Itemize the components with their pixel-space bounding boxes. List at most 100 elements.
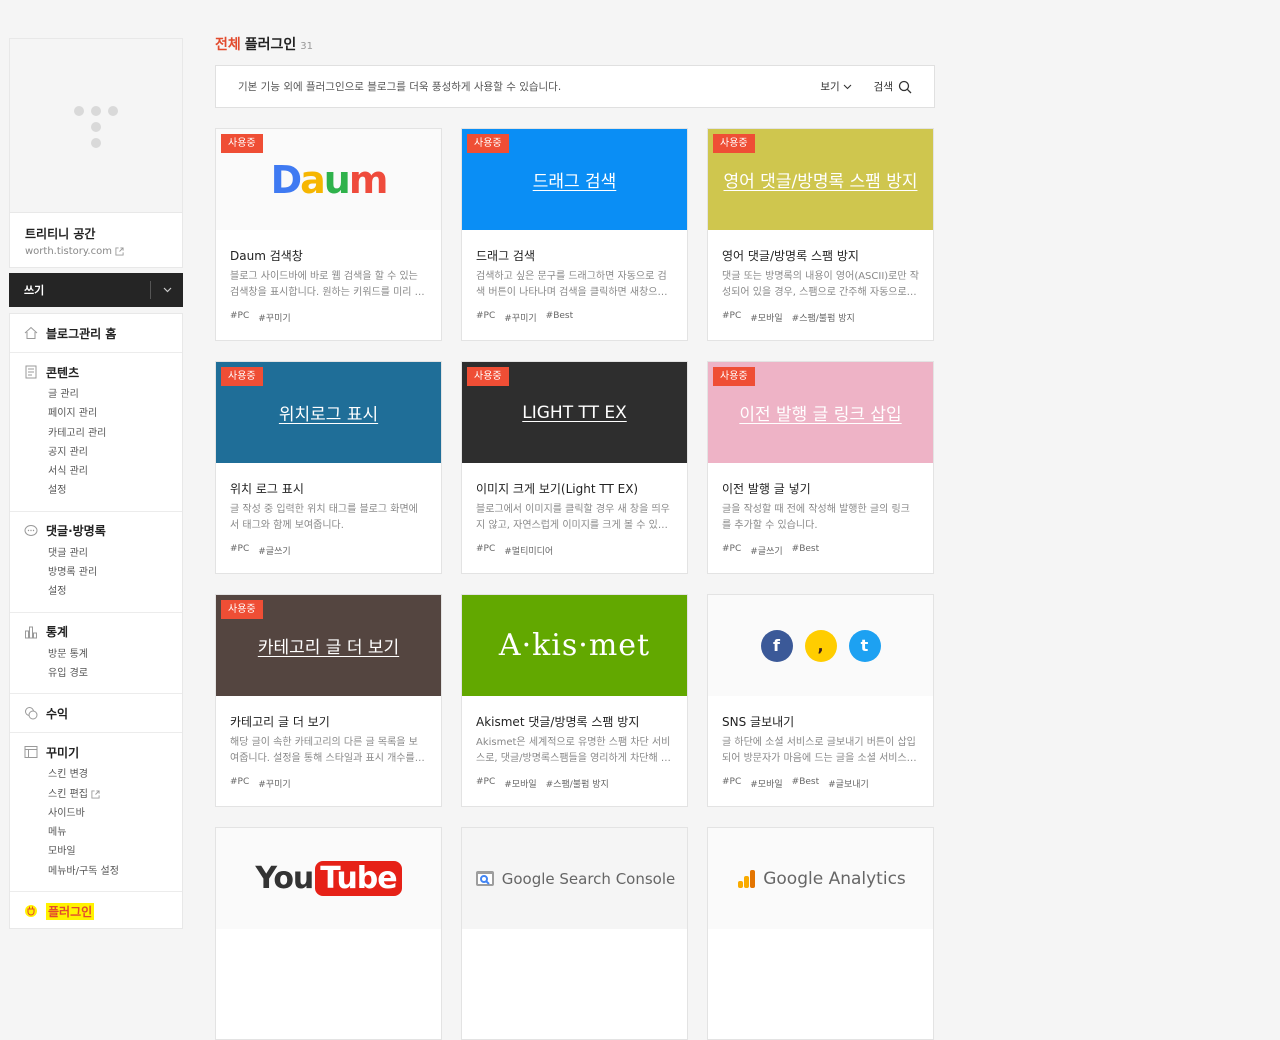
- layout-icon: [24, 745, 38, 759]
- plugin-tag[interactable]: #PC: [476, 544, 495, 557]
- plugin-card[interactable]: 사용중 드래그 검색 드래그 검색 검색하고 싶은 문구를 드래그하면 자동으로 검색…: [461, 128, 688, 341]
- plugin-tag[interactable]: #글쓰기: [258, 544, 290, 557]
- menu-item-menu[interactable]: 메뉴: [48, 823, 182, 842]
- google-analytics-logo: Google Analytics: [735, 868, 906, 890]
- menu-item-skin-edit-label: 스킨 편집: [48, 788, 88, 800]
- menu-item-referrers[interactable]: 유입 경로: [48, 664, 182, 683]
- blog-name[interactable]: 트리티니 공간: [25, 225, 167, 242]
- menu-item-comments-settings[interactable]: 설정: [48, 582, 182, 601]
- menu-revenue-label: 수익: [46, 706, 69, 721]
- menu-comments[interactable]: 댓글·방명록: [24, 522, 182, 540]
- menu-item-guestbook[interactable]: 방명록 관리: [48, 563, 182, 582]
- menu-home[interactable]: 블로그관리 홈: [24, 324, 182, 342]
- plugin-tags: #PC #글쓰기 #Best: [722, 544, 919, 557]
- write-dropdown-toggle[interactable]: [151, 273, 183, 307]
- comment-icon: [24, 524, 38, 538]
- menu-stats-label: 통계: [46, 625, 69, 640]
- plugin-summary: 해당 글이 속한 카테고리의 다른 글 목록을 보여줍니다. 설정을 통해 스타…: [230, 737, 418, 764]
- chevron-down-icon: [163, 287, 171, 293]
- plugin-tag[interactable]: #글보내기: [828, 777, 869, 790]
- plugin-tag[interactable]: #Best: [792, 544, 819, 557]
- menu-item-mobile[interactable]: 모바일: [48, 842, 182, 861]
- plugin-summary: 댓글 또는 방명록의 내용이 영어(ASCII)로만 작성되어 있을 경우, 스…: [722, 271, 919, 298]
- menu-decor[interactable]: 꾸미기: [24, 743, 182, 761]
- plugin-thumbnail: Google Search Console: [462, 828, 687, 929]
- menu-item-visit-stats[interactable]: 방문 통계: [48, 645, 182, 664]
- search-button[interactable]: 검색: [874, 79, 912, 94]
- in-use-badge: 사용중: [221, 134, 263, 153]
- plugin-tag[interactable]: #모바일: [504, 777, 536, 790]
- write-button[interactable]: 쓰기: [9, 282, 150, 298]
- search-console-icon: [475, 870, 494, 886]
- analytics-icon: [738, 869, 756, 888]
- menu-item-notices[interactable]: 공지 관리: [48, 443, 182, 462]
- plugin-tag[interactable]: #스팸/불펌 방지: [792, 311, 855, 324]
- logo-text: Google Search Console: [501, 869, 676, 888]
- plugin-card[interactable]: A·kis·met Akismet 댓글/방명록 스팸 방지 Akismet은 세계…: [461, 594, 688, 807]
- plugin-summary: 글 작성 중 입력한 위치 태그를 블로그 화면에서 태그와 함께 보여줍니다.: [230, 504, 418, 531]
- plugin-tag[interactable]: #모바일: [750, 777, 782, 790]
- menu-item-skin-edit[interactable]: 스킨 편집: [48, 785, 182, 804]
- plugin-tag[interactable]: #PC: [230, 544, 249, 557]
- plugin-tag[interactable]: #꾸미기: [258, 311, 290, 324]
- menu-item-templates[interactable]: 서식 관리: [48, 462, 182, 481]
- plugin-tag[interactable]: #PC: [722, 544, 741, 557]
- menu-contents[interactable]: 콘텐츠: [24, 363, 182, 381]
- plugin-card[interactable]: 사용중 영어 댓글/방명록 스팸 방지 영어 댓글/방명록 스팸 방지 댓글 또는 방…: [707, 128, 934, 341]
- plugin-name: SNS 글보내기: [722, 715, 795, 729]
- external-link-icon: [91, 790, 100, 799]
- plugin-card[interactable]: f, t SNS 글보내기 글 하단에 소셜 서비스로 글보내기 버튼이 삽입되어 방…: [707, 594, 934, 807]
- plugin-card[interactable]: 사용중 LIGHT TT EX 이미지 크게 보기(Light TT EX) 블로그에…: [461, 361, 688, 574]
- plugin-tag[interactable]: #스팸/불펌 방지: [546, 777, 609, 790]
- menu-item-sidebar[interactable]: 사이드바: [48, 804, 182, 823]
- menu-group-plugin: 플러그인: [10, 892, 182, 928]
- in-use-badge: 사용중: [713, 367, 755, 386]
- plugin-tag[interactable]: #PC: [476, 311, 495, 324]
- plugin-tag[interactable]: #꾸미기: [258, 777, 290, 790]
- plugin-tag[interactable]: #꾸미기: [504, 311, 536, 324]
- blog-profile-image[interactable]: [9, 38, 183, 212]
- plugin-thumbnail-title: LIGHT TT EX: [522, 402, 627, 423]
- menu-comments-label: 댓글·방명록: [46, 524, 106, 539]
- plugin-card-body: 드래그 검색 검색하고 싶은 문구를 드래그하면 자동으로 검색 버튼이 나타나며…: [462, 230, 687, 324]
- menu-plugin[interactable]: 플러그인: [24, 902, 182, 920]
- plugin-thumbnail: 사용중 Da u m: [216, 129, 441, 230]
- plugin-card-body: SNS 글보내기 글 하단에 소셜 서비스로 글보내기 버튼이 삽입되어 방문자가…: [708, 696, 933, 790]
- plugin-tag[interactable]: #Best: [792, 777, 819, 790]
- menu-item-contents-settings[interactable]: 설정: [48, 481, 182, 500]
- menu-item-comments[interactable]: 댓글 관리: [48, 544, 182, 563]
- plugin-tag[interactable]: #PC: [722, 777, 741, 790]
- plugin-description: 기본 기능 외에 플러그인으로 블로그를 더욱 풍성하게 사용할 수 있습니다.: [238, 81, 562, 93]
- plugin-card[interactable]: 사용중 위치로그 표시 위치 로그 표시 글 작성 중 입력한 위치 태그를 블로그 …: [215, 361, 442, 574]
- plugin-tag[interactable]: #PC: [722, 311, 741, 324]
- menu-comments-items: 댓글 관리 방명록 관리 설정: [24, 544, 182, 602]
- menu-item-posts[interactable]: 글 관리: [48, 385, 182, 404]
- plugin-card[interactable]: 사용중 카테고리 글 더 보기 카테고리 글 더 보기 해당 글이 속한 카테고리의 …: [215, 594, 442, 807]
- plugin-tag[interactable]: #PC: [230, 777, 249, 790]
- menu-revenue[interactable]: 수익: [24, 704, 182, 722]
- menu-group-contents: 콘텐츠 글 관리 페이지 관리 카테고리 관리 공지 관리 서식 관리 설정: [10, 353, 182, 512]
- plugin-tag[interactable]: #멀티미디어: [504, 544, 553, 557]
- plugin-card-body: Daum 검색창 블로그 사이드바에 바로 웹 검색을 할 수 있는 검색창을 표…: [216, 230, 441, 324]
- menu-item-categories[interactable]: 카테고리 관리: [48, 424, 182, 443]
- plugin-card[interactable]: 사용중 Da u m Daum 검색창 블로그 사이드바에 바로 웹 검색을 할 수 있는…: [215, 128, 442, 341]
- plugin-tag[interactable]: #PC: [230, 311, 249, 324]
- plugin-tag[interactable]: #모바일: [750, 311, 782, 324]
- menu-item-skin-change[interactable]: 스킨 변경: [48, 765, 182, 784]
- plugin-tag[interactable]: #PC: [476, 777, 495, 790]
- plugin-tag[interactable]: #글쓰기: [750, 544, 782, 557]
- akismet-logo: A·kis·met: [498, 628, 651, 663]
- menu-contents-items: 글 관리 페이지 관리 카테고리 관리 공지 관리 서식 관리 설정: [24, 385, 182, 501]
- menu-stats[interactable]: 통계: [24, 623, 182, 641]
- plugin-card[interactable]: 사용중 이전 발행 글 링크 삽입 이전 발행 글 넣기 글을 작성할 때 전에 작성…: [707, 361, 934, 574]
- daum-logo: Daum: [271, 158, 389, 202]
- blog-url-link[interactable]: worth.tistory.com: [25, 246, 167, 257]
- plugin-tags: #PC #꾸미기 #Best: [476, 311, 673, 324]
- plugin-name: 이전 발행 글 넣기: [722, 482, 811, 496]
- plugin-thumbnail: 사용중 카테고리 글 더 보기: [216, 595, 441, 696]
- menu-item-pages[interactable]: 페이지 관리: [48, 404, 182, 423]
- view-dropdown[interactable]: 보기: [820, 79, 852, 94]
- plugin-tags: #PC #꾸미기: [230, 777, 427, 790]
- plugin-tag[interactable]: #Best: [546, 311, 573, 324]
- menu-item-menubar[interactable]: 메뉴바/구독 설정: [48, 862, 182, 881]
